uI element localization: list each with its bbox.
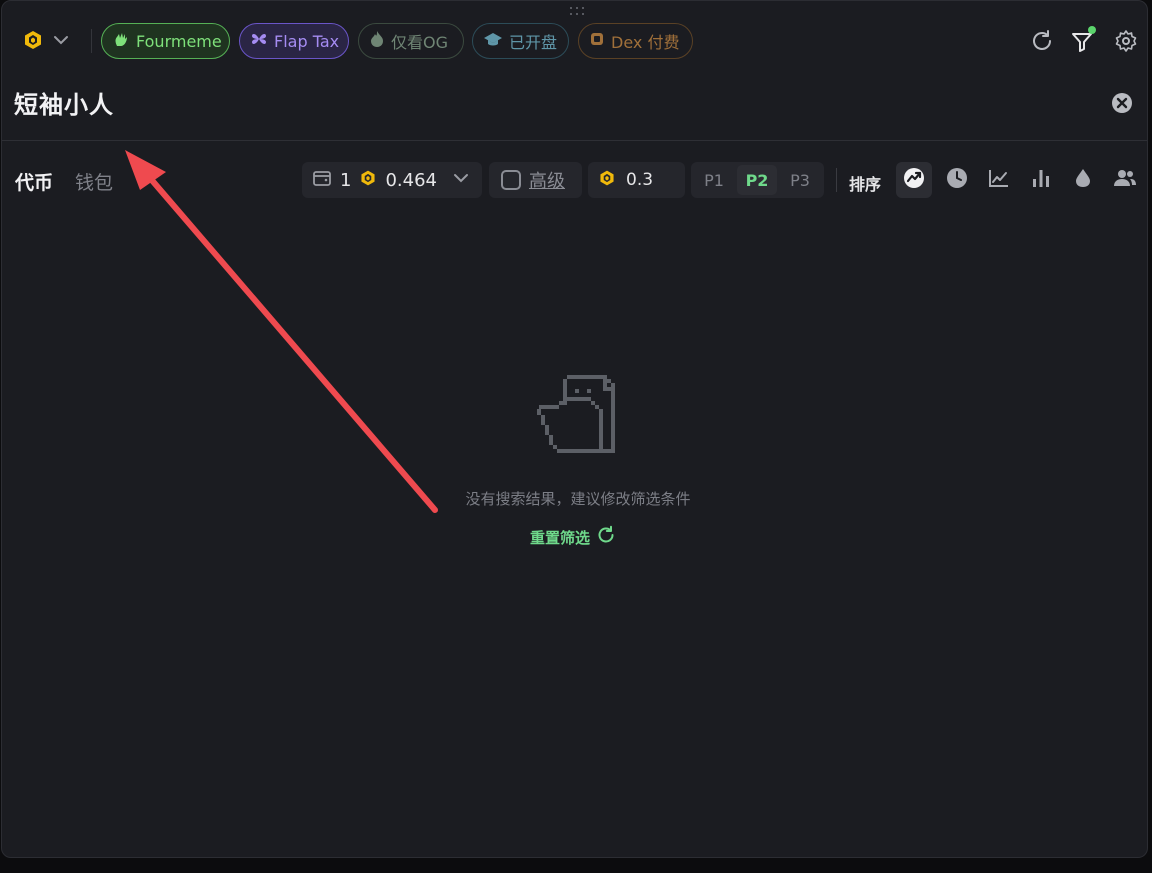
preset-p1[interactable]: P1 xyxy=(694,165,734,195)
chip-label: 已开盘 xyxy=(509,33,558,52)
wallet-amount: 0.464 xyxy=(385,169,437,191)
chip-label: Dex 付费 xyxy=(611,33,680,52)
dex-icon xyxy=(589,30,605,52)
gas-value: 0.3 xyxy=(626,170,654,190)
liquidity-drop-icon xyxy=(1073,167,1093,193)
reset-label: 重置筛选 xyxy=(530,528,591,547)
wallet-icon xyxy=(312,168,332,193)
search-input[interactable]: 短袖小人 xyxy=(14,85,114,120)
bnb-icon xyxy=(359,169,377,192)
clear-icon[interactable] xyxy=(1111,92,1133,114)
gas-input[interactable]: 0.3 xyxy=(588,162,685,198)
empty-message: 没有搜索结果，建议修改筛选条件 xyxy=(465,490,691,508)
bnb-icon xyxy=(22,29,44,55)
search-panel: Fourmeme Flap Tax 仅看OG 已开盘 Dex 付费 短袖小人 代… xyxy=(1,0,1148,858)
empty-folder-icon xyxy=(533,367,625,459)
refresh-icon xyxy=(596,525,616,549)
flame-icon xyxy=(369,30,385,52)
chip-label: Flap Tax xyxy=(274,31,340,51)
clock-icon xyxy=(946,167,968,193)
sort-volume[interactable] xyxy=(1023,162,1059,198)
advanced-label: 高级 xyxy=(529,171,565,192)
search-bar[interactable]: 短袖小人 xyxy=(2,79,1147,141)
divider xyxy=(836,168,837,192)
sort-holders[interactable] xyxy=(1107,162,1143,198)
bar-chart-icon xyxy=(1030,167,1052,193)
preset-selector: P1 P2 P3 xyxy=(691,162,824,198)
preset-p2[interactable]: P2 xyxy=(737,165,777,195)
line-chart-icon xyxy=(988,167,1010,193)
chip-dex-paid[interactable]: Dex 付费 xyxy=(578,23,693,59)
refresh-icon[interactable] xyxy=(1030,29,1054,53)
gear-icon[interactable] xyxy=(1114,29,1138,53)
chevron-down-icon xyxy=(52,31,70,53)
preset-p3[interactable]: P3 xyxy=(780,165,820,195)
top-filter-bar: Fourmeme Flap Tax 仅看OG 已开盘 Dex 付费 xyxy=(2,23,1147,59)
holders-icon xyxy=(1113,167,1137,193)
sort-label: 排序 xyxy=(849,175,882,194)
hand-icon xyxy=(112,30,130,52)
tab-tokens[interactable]: 代币 xyxy=(15,168,53,195)
reset-filter-button[interactable]: 重置筛选 xyxy=(530,525,616,549)
wallet-amount-selector[interactable]: 1 0.464 xyxy=(302,162,482,198)
bnb-icon xyxy=(598,169,616,192)
chain-selector[interactable] xyxy=(22,29,70,55)
sort-trending[interactable] xyxy=(896,162,932,198)
sort-liquidity[interactable] xyxy=(1065,162,1101,198)
graduation-cap-icon xyxy=(483,30,503,52)
advanced-checkbox[interactable] xyxy=(501,170,521,190)
chip-flap-tax[interactable]: Flap Tax xyxy=(239,23,349,59)
wallet-count: 1 xyxy=(340,169,352,191)
filter-row: 代币 钱包 1 0.464 高级 0.3 P1 P2 P3 排序 xyxy=(2,161,1147,199)
sort-price[interactable] xyxy=(981,162,1017,198)
chip-label: Fourmeme xyxy=(136,31,222,51)
chip-og-only[interactable]: 仅看OG xyxy=(358,23,464,59)
sort-time[interactable] xyxy=(939,162,975,198)
chip-label: 仅看OG xyxy=(391,33,448,52)
chip-opened[interactable]: 已开盘 xyxy=(472,23,569,59)
tab-wallets[interactable]: 钱包 xyxy=(75,168,113,195)
chevron-down-icon xyxy=(451,168,471,193)
butterfly-icon xyxy=(250,30,268,52)
divider xyxy=(91,29,92,53)
advanced-toggle[interactable]: 高级 xyxy=(489,162,582,198)
chip-fourmeme[interactable]: Fourmeme xyxy=(101,23,230,59)
trending-icon xyxy=(903,167,925,193)
drag-handle[interactable] xyxy=(570,7,588,17)
active-filter-dot xyxy=(1088,26,1096,34)
filter-icon[interactable] xyxy=(1070,26,1096,53)
